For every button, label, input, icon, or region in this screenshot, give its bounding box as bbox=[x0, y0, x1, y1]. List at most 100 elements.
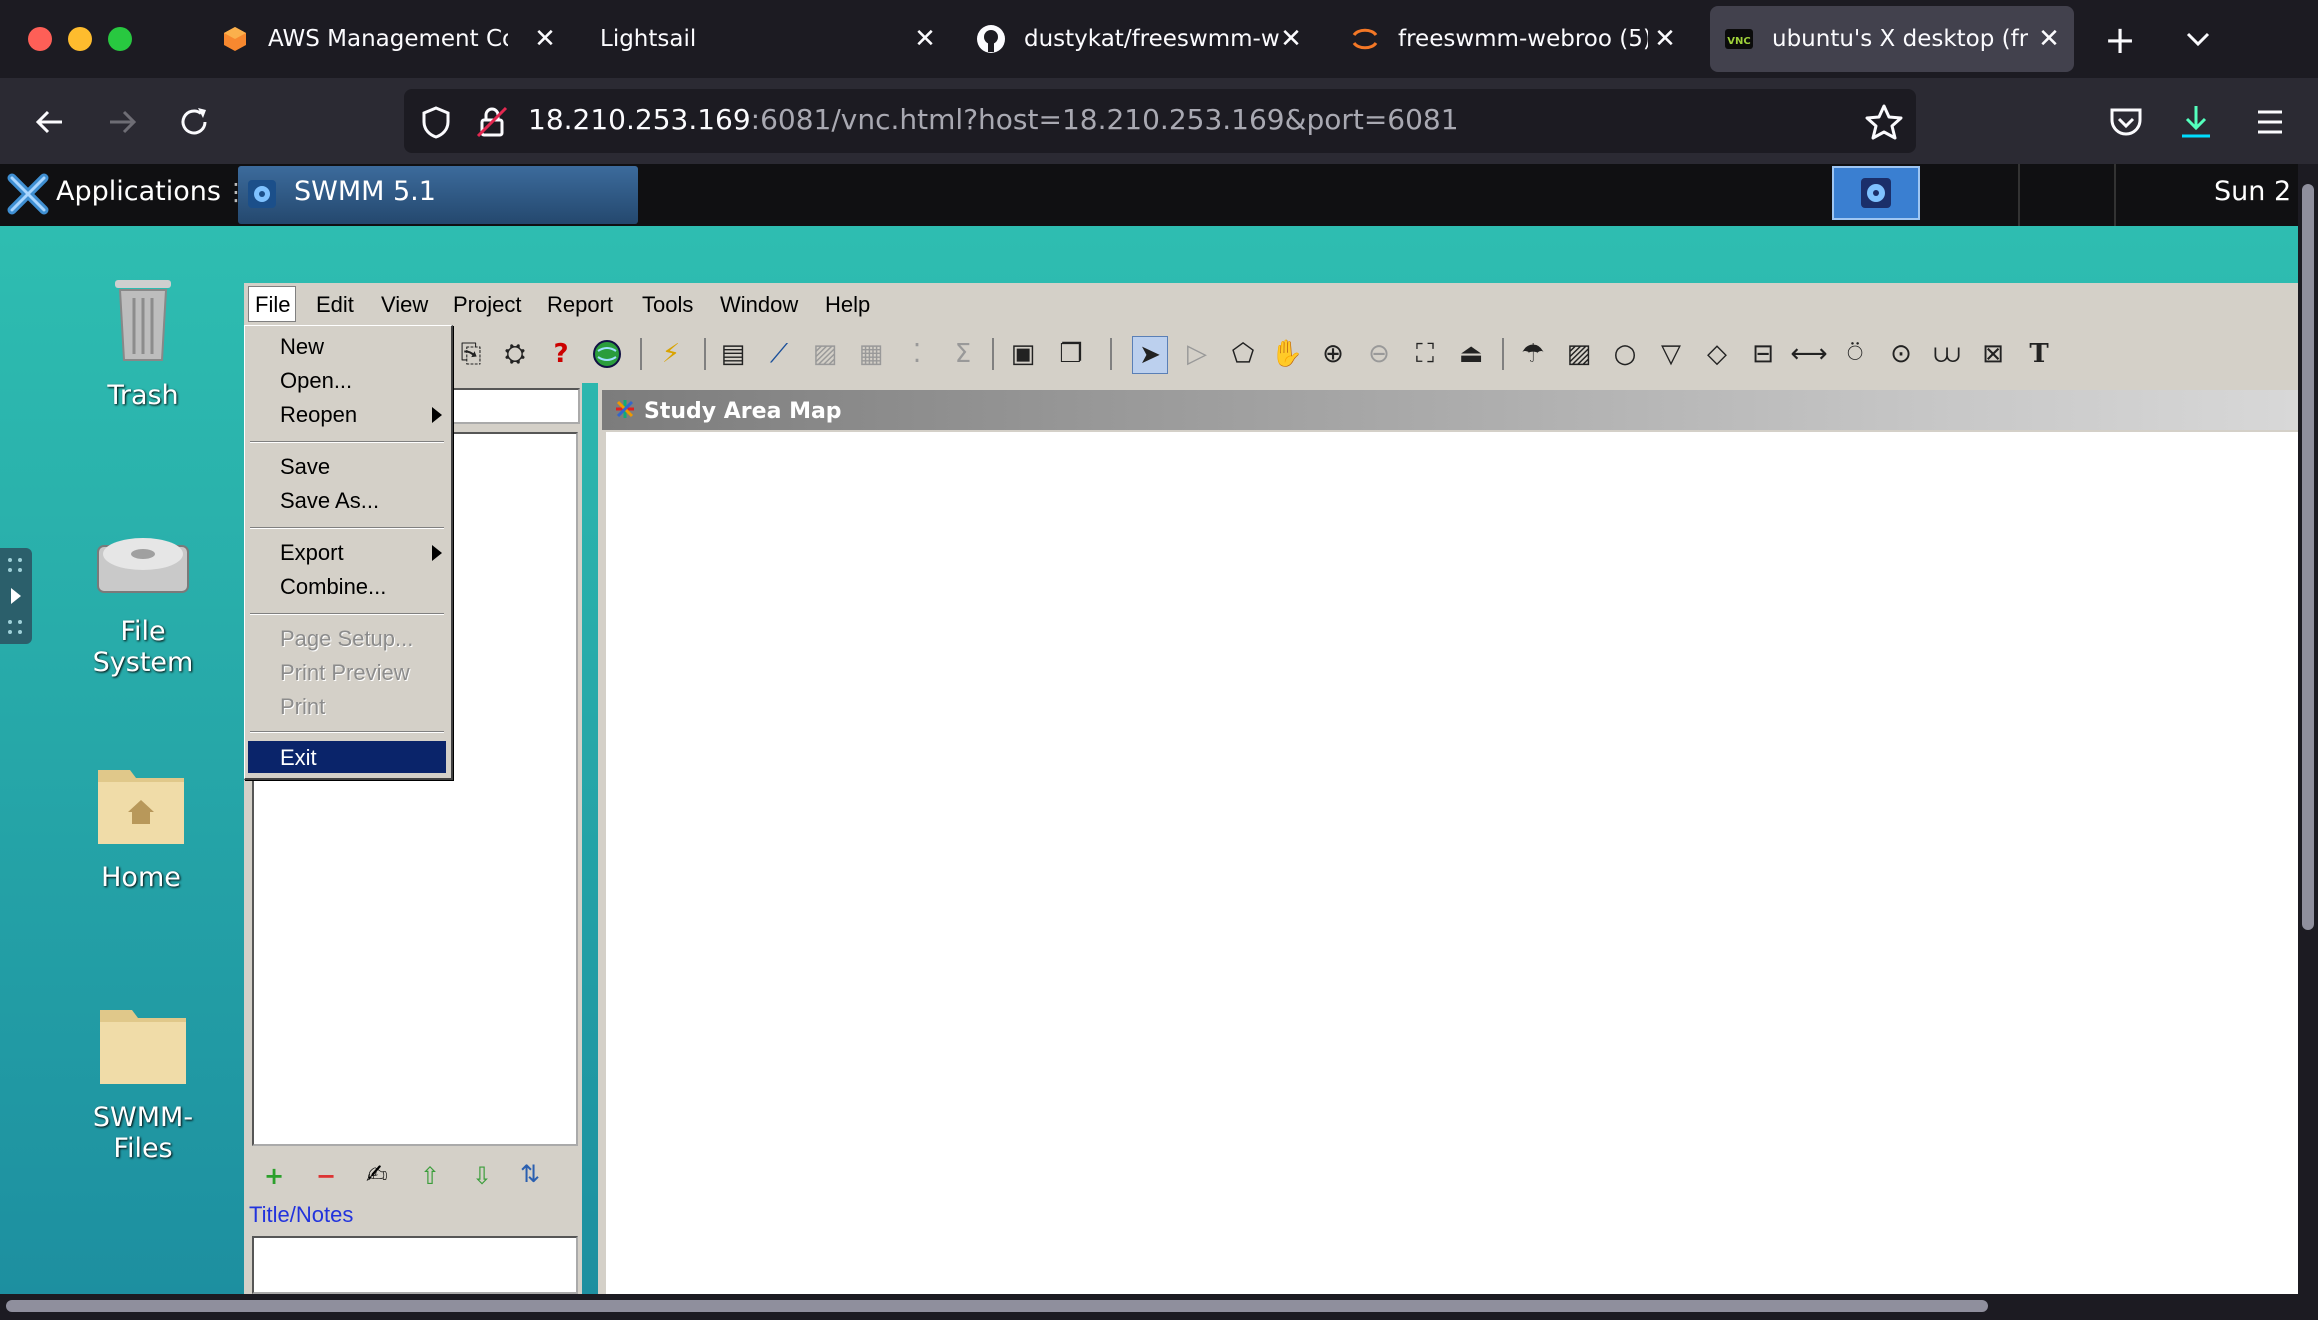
forward-arrow-icon[interactable] bbox=[100, 100, 144, 144]
rain-gage-icon[interactable]: ☂ bbox=[1516, 336, 1550, 372]
menu-tools[interactable]: Tools bbox=[642, 292, 693, 318]
novnc-control-bar-handle[interactable] bbox=[0, 548, 32, 644]
menu-report[interactable]: Report bbox=[547, 292, 613, 318]
menuitem-exit[interactable]: Exit bbox=[280, 745, 317, 771]
copy-icon[interactable]: ⎘ bbox=[454, 336, 488, 372]
tab-lightsail[interactable]: Lightsail ✕ bbox=[600, 6, 950, 72]
pan-hand-icon[interactable]: ✋ bbox=[1270, 336, 1304, 372]
zoom-out-icon[interactable]: ⊖ bbox=[1362, 336, 1396, 372]
menu-project[interactable]: Project bbox=[453, 292, 521, 318]
filesystem-desktop-icon[interactable]: File System bbox=[68, 516, 218, 678]
statistics-sigma-icon[interactable]: Σ bbox=[946, 336, 980, 372]
back-arrow-icon[interactable] bbox=[28, 100, 72, 144]
conduit-icon[interactable]: ⟷ bbox=[1790, 336, 1827, 372]
swmm-files-desktop-icon[interactable]: SWMM-Files bbox=[68, 1000, 218, 1164]
move-up-icon[interactable]: ⇧ bbox=[420, 1162, 440, 1190]
menuitem-print-preview: Print Preview bbox=[280, 660, 410, 685]
status-report-icon[interactable]: ▤ bbox=[716, 336, 750, 372]
menu-edit[interactable]: Edit bbox=[316, 292, 354, 318]
menu-file[interactable]: File bbox=[255, 292, 290, 318]
new-tab-button[interactable]: + bbox=[2098, 18, 2142, 62]
horizontal-scroll-thumb[interactable] bbox=[6, 1300, 1988, 1312]
overview-map-icon[interactable] bbox=[590, 336, 624, 372]
add-item-icon[interactable]: + bbox=[264, 1162, 284, 1190]
edit-item-icon[interactable]: ✍ bbox=[366, 1160, 388, 1190]
tab-github[interactable]: dustykat/freeswmm-web ✕ bbox=[976, 6, 1316, 72]
close-tab-icon[interactable]: ✕ bbox=[1650, 24, 1680, 54]
close-window-button[interactable] bbox=[28, 27, 52, 51]
pocket-icon[interactable] bbox=[2106, 102, 2146, 142]
divider-icon[interactable]: ◇ bbox=[1700, 336, 1734, 372]
url-text[interactable]: 18.210.253.169:6081/vnc.html?host=18.210… bbox=[528, 103, 1459, 136]
menu-window[interactable]: Window bbox=[720, 292, 798, 318]
junction-icon[interactable]: ○ bbox=[1608, 336, 1642, 372]
weir-icon[interactable]: ⩊ bbox=[1930, 336, 1964, 372]
subcatchment-icon[interactable]: ▨ bbox=[1562, 336, 1596, 372]
map-window-title: Study Area Map bbox=[644, 399, 842, 424]
svg-text:VNC: VNC bbox=[1727, 36, 1750, 47]
time-series-plot-icon[interactable]: ▨ bbox=[808, 336, 842, 372]
browser-tabs-strip[interactable] bbox=[448, 388, 580, 424]
close-tab-icon[interactable]: ✕ bbox=[530, 24, 560, 54]
menuitem-export[interactable]: Export bbox=[280, 540, 344, 566]
menuitem-save[interactable]: Save bbox=[280, 454, 330, 480]
menuitem-new[interactable]: New bbox=[280, 334, 324, 360]
delete-item-icon[interactable]: − bbox=[316, 1162, 336, 1190]
select-object-arrow-icon[interactable]: ➤ bbox=[1132, 336, 1168, 374]
download-icon[interactable] bbox=[2176, 100, 2216, 144]
close-tab-icon[interactable]: ✕ bbox=[1276, 24, 1306, 54]
find-binoculars-icon[interactable]: ⛭ bbox=[498, 336, 532, 372]
tab-jupyter[interactable]: freeswmm-webroo (5) - ✕ bbox=[1350, 6, 1690, 72]
profile-plot-icon[interactable]: ⟋ bbox=[762, 336, 796, 372]
maximize-window-button[interactable] bbox=[108, 27, 132, 51]
outlet-icon[interactable]: ⊠ bbox=[1976, 336, 2010, 372]
tab-title: Lightsail bbox=[600, 26, 697, 52]
hamburger-menu-icon[interactable] bbox=[2250, 104, 2290, 140]
trash-desktop-icon[interactable]: Trash bbox=[68, 268, 218, 411]
description-box[interactable] bbox=[252, 1236, 578, 1294]
close-tab-icon[interactable]: ✕ bbox=[2034, 24, 2064, 54]
menu-help[interactable]: Help bbox=[825, 292, 870, 318]
shield-icon[interactable] bbox=[418, 104, 454, 140]
bookmark-star-icon[interactable] bbox=[1864, 102, 1904, 142]
zoom-in-icon[interactable]: ⊕ bbox=[1316, 336, 1350, 372]
vertical-scroll-thumb[interactable] bbox=[2302, 184, 2314, 930]
full-extent-icon[interactable]: ⛶ bbox=[1408, 336, 1442, 372]
table-icon[interactable]: ▦ bbox=[854, 336, 888, 372]
sort-az-icon[interactable]: ⇅ bbox=[520, 1160, 540, 1188]
query-icon[interactable]: ? bbox=[544, 336, 578, 372]
map-caption-bar[interactable] bbox=[602, 390, 2298, 430]
label-text-icon[interactable]: T bbox=[2022, 336, 2056, 372]
reload-icon[interactable] bbox=[172, 100, 216, 144]
xfce-logo-icon[interactable] bbox=[6, 172, 50, 216]
measure-icon[interactable]: ⏏ bbox=[1454, 336, 1488, 372]
study-area-map-canvas[interactable] bbox=[606, 432, 2298, 1294]
menuitem-combine[interactable]: Combine... bbox=[280, 574, 386, 600]
scatter-plot-icon[interactable]: ⁚ bbox=[900, 336, 934, 372]
pump-icon[interactable]: ⍥ bbox=[1838, 336, 1872, 372]
options-icon[interactable]: ▣ bbox=[1006, 336, 1040, 372]
minimize-window-button[interactable] bbox=[68, 27, 92, 51]
menuitem-exit-highlight bbox=[248, 741, 446, 773]
orifice-icon[interactable]: ⊙ bbox=[1884, 336, 1918, 372]
tab-vnc-active[interactable]: VNC ubuntu's X desktop (free ✕ bbox=[1710, 6, 2074, 72]
run-simulation-icon[interactable]: ⚡ bbox=[654, 336, 688, 372]
menuitem-open[interactable]: Open... bbox=[280, 368, 352, 394]
applications-menu[interactable]: Applications bbox=[56, 176, 221, 207]
workspace-switcher[interactable] bbox=[1832, 166, 1920, 220]
move-down-icon[interactable]: ⇩ bbox=[472, 1162, 492, 1190]
close-tab-icon[interactable]: ✕ bbox=[910, 24, 940, 54]
select-vertex-icon[interactable]: ▷ bbox=[1180, 336, 1214, 372]
storage-unit-icon[interactable]: ⊟ bbox=[1746, 336, 1780, 372]
menuitem-save-as[interactable]: Save As... bbox=[280, 488, 379, 514]
menuitem-reopen[interactable]: Reopen bbox=[280, 402, 357, 428]
arrange-windows-icon[interactable]: ❐ bbox=[1054, 336, 1088, 372]
menu-view[interactable]: View bbox=[381, 292, 428, 318]
select-region-icon[interactable]: ⬠ bbox=[1226, 336, 1260, 372]
outfall-icon[interactable]: ▽ bbox=[1654, 336, 1688, 372]
insecure-lock-icon[interactable] bbox=[474, 104, 510, 140]
panel-clock[interactable]: Sun 2 bbox=[2214, 176, 2291, 207]
tab-aws[interactable]: AWS Management Conso ✕ bbox=[220, 6, 570, 72]
tab-list-chevron-icon[interactable] bbox=[2176, 20, 2220, 60]
home-desktop-icon[interactable]: Home bbox=[66, 760, 216, 900]
